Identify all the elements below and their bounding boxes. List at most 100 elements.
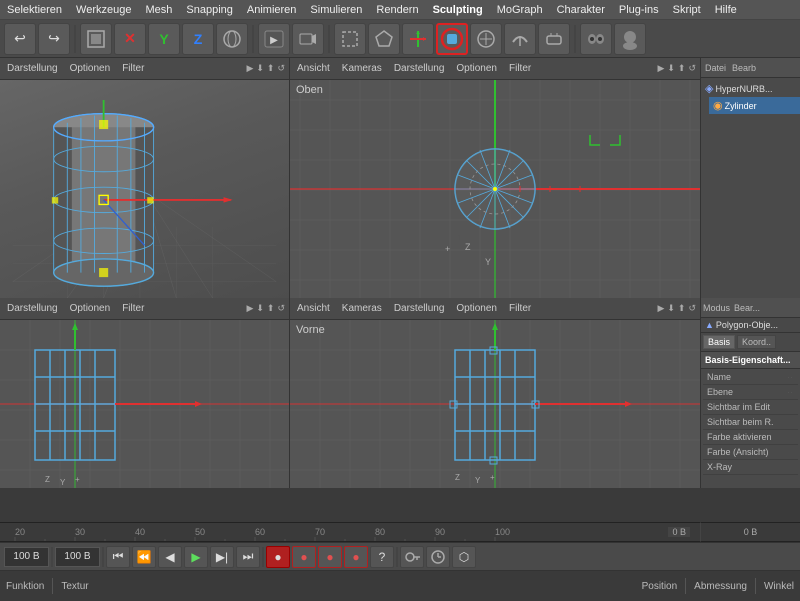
zylinder-label: Zylinder: [725, 101, 757, 111]
menu-mograph[interactable]: MoGraph: [494, 4, 546, 16]
viewport-3d-svg: [0, 100, 289, 298]
world-button[interactable]: [216, 23, 248, 55]
anim-button[interactable]: ▶: [258, 23, 290, 55]
camera-button[interactable]: [292, 23, 324, 55]
toolbar-separator-3: [328, 25, 330, 53]
vp-br-kameras[interactable]: Kameras: [339, 303, 385, 314]
sculpt-btn4[interactable]: [538, 23, 570, 55]
scene-item-hypernurbs[interactable]: ◈ HyperNURB...: [701, 80, 800, 97]
frame-start-input[interactable]: [4, 547, 49, 567]
sep4: [396, 547, 398, 567]
toolbar-separator-2: [252, 25, 254, 53]
key-button[interactable]: [400, 546, 424, 568]
prop-name: Name ·············: [703, 370, 798, 385]
timeline-ticks: [0, 523, 700, 542]
svg-text:Z: Z: [45, 475, 50, 484]
timeline-area[interactable]: 20 30 40 50 60 70 80 90 100 0 B: [0, 522, 700, 542]
menu-simulieren[interactable]: Simulieren: [307, 4, 365, 16]
viewport-top-oben[interactable]: Oben: [290, 80, 700, 298]
vp-bl-optionen[interactable]: Optionen: [67, 303, 114, 314]
menu-plugins[interactable]: Plug-ins: [616, 4, 662, 16]
head-button[interactable]: [614, 23, 646, 55]
vp-left-icon4: ↺: [277, 63, 285, 74]
winkel-label: Winkel: [764, 581, 794, 592]
play-end-button[interactable]: ⏭: [236, 546, 260, 568]
vp-tr-filter[interactable]: Filter: [506, 63, 534, 74]
vp-left-darstellung[interactable]: Darstellung: [4, 63, 61, 74]
menu-sculpting[interactable]: Sculpting: [430, 4, 486, 16]
vorne-label: Vorne: [296, 324, 325, 336]
vp-left-optionen[interactable]: Optionen: [67, 63, 114, 74]
viewport-3d-left[interactable]: [0, 80, 290, 298]
vp-tr-optionen[interactable]: Optionen: [453, 63, 500, 74]
vp-left-filter[interactable]: Filter: [119, 63, 147, 74]
sep3: [262, 547, 264, 567]
props-modus-tab[interactable]: Modus: [703, 303, 730, 313]
eyes-button[interactable]: [580, 23, 612, 55]
position-label: Position: [642, 581, 678, 592]
play-next-button[interactable]: ▶|: [210, 546, 234, 568]
snap-button[interactable]: ⬡: [452, 546, 476, 568]
menu-selektieren[interactable]: Selektieren: [4, 4, 65, 16]
sculpt-active-button[interactable]: [436, 23, 468, 55]
abmessung-label: Abmessung: [694, 581, 747, 592]
play-prev-button[interactable]: ◀: [158, 546, 182, 568]
menu-mesh[interactable]: Mesh: [142, 4, 175, 16]
viewport-bottom-right[interactable]: Vorne: [290, 320, 700, 488]
basis-tab[interactable]: Basis: [703, 335, 735, 349]
vp-br-filter[interactable]: Filter: [506, 303, 534, 314]
x-axis-button[interactable]: ✕: [114, 23, 146, 55]
vp-tr-ansicht[interactable]: Ansicht: [294, 63, 333, 74]
menu-hilfe[interactable]: Hilfe: [712, 4, 740, 16]
props-mode-tabs: Modus Bear...: [701, 298, 800, 318]
svg-text:+: +: [445, 244, 450, 254]
sculpt-btn3[interactable]: [504, 23, 536, 55]
vp-br-optionen[interactable]: Optionen: [453, 303, 500, 314]
scene-item-zylinder[interactable]: ◉ Zylinder: [709, 97, 800, 114]
record-rot-button[interactable]: ●: [318, 546, 342, 568]
props-object-type: ▲ Polygon-Obje...: [701, 318, 800, 333]
record-button[interactable]: ●: [266, 546, 290, 568]
redo-button[interactable]: ↪: [38, 23, 70, 55]
menu-werkzeuge[interactable]: Werkzeuge: [73, 4, 134, 16]
menu-rendern[interactable]: Rendern: [373, 4, 421, 16]
koord-tab[interactable]: Koord..: [737, 335, 776, 349]
vp-br-ansicht[interactable]: Ansicht: [294, 303, 333, 314]
viewport-bottom-left[interactable]: Y + Z: [0, 320, 290, 488]
vp-br-darstellung[interactable]: Darstellung: [391, 303, 448, 314]
prop-sichtbar-edit: Sichtbar im Edit: [703, 400, 798, 415]
vp-bl-filter[interactable]: Filter: [119, 303, 147, 314]
help-button[interactable]: ?: [370, 546, 394, 568]
hypernurbs-icon: ◈: [705, 82, 713, 95]
poly-select-button[interactable]: [368, 23, 400, 55]
vp-tr-icon3: ⬆: [678, 63, 686, 74]
vp-tr-darstellung[interactable]: Darstellung: [391, 63, 448, 74]
vp-bl-darstellung[interactable]: Darstellung: [4, 303, 61, 314]
y-axis-button[interactable]: Y: [148, 23, 180, 55]
undo-button[interactable]: ↩: [4, 23, 36, 55]
z-axis-button[interactable]: Z: [182, 23, 214, 55]
vp-tr-kameras[interactable]: Kameras: [339, 63, 385, 74]
sculpt-btn2[interactable]: [470, 23, 502, 55]
rect-select-button[interactable]: [334, 23, 366, 55]
record-scale-button[interactable]: ●: [344, 546, 368, 568]
vp-left-icon3: ⬆: [267, 63, 275, 74]
menu-snapping[interactable]: Snapping: [183, 4, 236, 16]
frame-end-input[interactable]: [55, 547, 100, 567]
obj-mode-button[interactable]: [80, 23, 112, 55]
play-button[interactable]: ▶: [184, 546, 208, 568]
play-back-button[interactable]: ⏪: [132, 546, 156, 568]
scene-header-bearb[interactable]: Bearb: [732, 63, 756, 73]
vp-bl-icon3: ⬆: [267, 303, 275, 314]
record-pos-button[interactable]: ●: [292, 546, 316, 568]
play-start-button[interactable]: ⏮: [106, 546, 130, 568]
props-bear-tab[interactable]: Bear...: [734, 303, 760, 313]
menu-animieren[interactable]: Animieren: [244, 4, 300, 16]
oben-label: Oben: [296, 84, 323, 96]
clock-button[interactable]: [426, 546, 450, 568]
menu-skript[interactable]: Skript: [670, 4, 704, 16]
vp-left-icon2: ⬇: [256, 63, 264, 74]
menu-charakter[interactable]: Charakter: [554, 4, 608, 16]
scene-header-datei[interactable]: Datei: [705, 63, 726, 73]
move-button[interactable]: [402, 23, 434, 55]
